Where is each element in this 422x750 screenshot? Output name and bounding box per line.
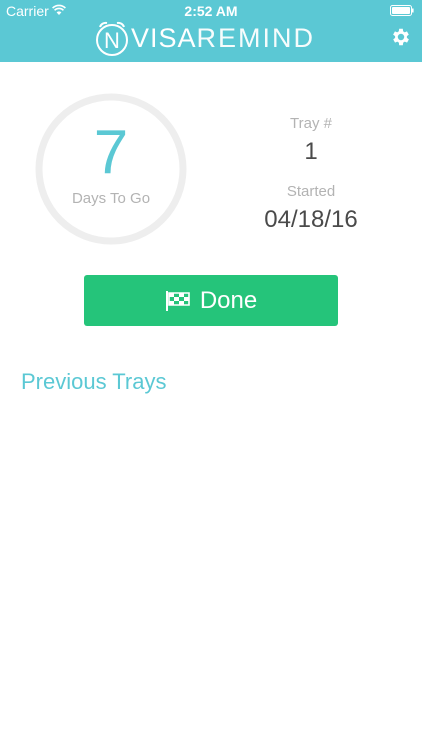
logo-text-visa: VISA: [131, 22, 197, 53]
started-label: Started: [286, 183, 336, 200]
done-button[interactable]: Done: [84, 275, 338, 326]
app-header: Carrier 2:52 AM N VISA REMIND: [0, 0, 422, 62]
checkered-flag-icon: [165, 290, 190, 311]
status-time: 2:52 AM: [184, 3, 238, 19]
gear-icon[interactable]: [390, 26, 412, 48]
battery-icon: [390, 5, 414, 16]
logo-badge-letter: N: [104, 28, 120, 53]
alarm-clock-logo-icon: N: [96, 21, 128, 56]
done-button-label: Done: [199, 286, 258, 314]
days-remaining-value: 7: [93, 118, 129, 187]
logo-text-remind: REMIND: [196, 22, 316, 53]
tray-number-label: Tray #: [290, 115, 332, 132]
app-logo: N VISA REMIND: [95, 18, 331, 58]
tray-number-value: 1: [304, 138, 318, 165]
days-remaining-caption: Days To Go: [71, 190, 151, 207]
started-date-value: 04/18/16: [264, 206, 358, 233]
previous-trays-heading: Previous Trays: [21, 369, 167, 394]
